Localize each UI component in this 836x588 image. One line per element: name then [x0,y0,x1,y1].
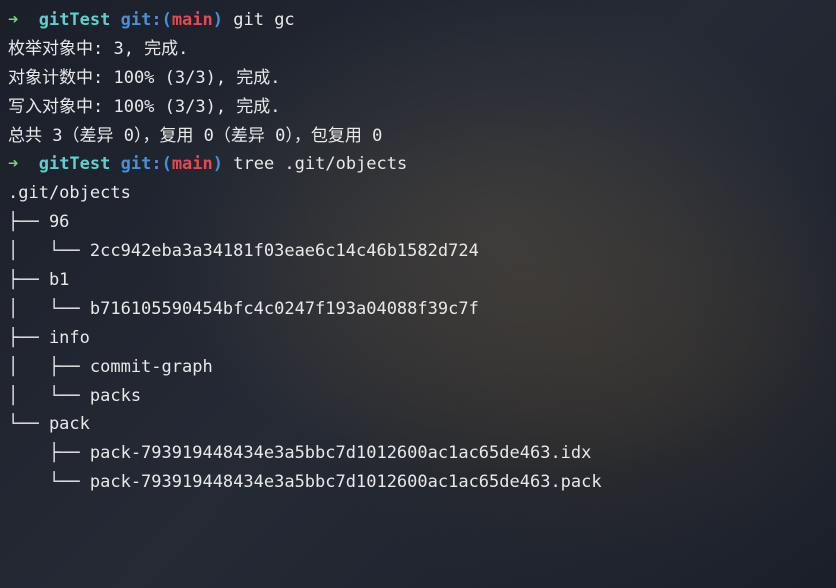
prompt-directory: gitTest [39,10,111,30]
output-line: 总共 3（差异 0），复用 0（差异 0），包复用 0 [8,122,828,151]
tree-line: ├── b1 [8,266,828,295]
tree-line: └── pack [8,410,828,439]
command-text: git gc [223,10,295,30]
prompt-line-1: ➜ gitTest git:(main) git gc [8,6,828,35]
output-line: 枚举对象中: 3, 完成. [8,35,828,64]
tree-line: │ ├── commit-graph [8,353,828,382]
tree-line: │ └── packs [8,382,828,411]
tree-line: ├── info [8,324,828,353]
prompt-directory: gitTest [39,154,111,174]
tree-line: │ └── 2cc942eba3a34181f03eae6c14c46b1582… [8,237,828,266]
tree-line: ├── pack-793919448434e3a5bbc7d1012600ac1… [8,439,828,468]
paren-close: ) [213,10,223,30]
git-branch: main [172,154,213,174]
tree-line: └── pack-793919448434e3a5bbc7d1012600ac1… [8,468,828,497]
prompt-arrow-icon: ➜ [8,10,39,30]
paren-open: ( [162,10,172,30]
output-line: 写入对象中: 100% (3/3), 完成. [8,93,828,122]
paren-open: ( [162,154,172,174]
paren-close: ) [213,154,223,174]
prompt-arrow-icon: ➜ [8,154,39,174]
terminal-window[interactable]: ➜ gitTest git:(main) git gc 枚举对象中: 3, 完成… [8,6,828,497]
prompt-line-2: ➜ gitTest git:(main) tree .git/objects [8,150,828,179]
git-branch: main [172,10,213,30]
output-line: 对象计数中: 100% (3/3), 完成. [8,64,828,93]
tree-line: │ └── b716105590454bfc4c0247f193a04088f3… [8,295,828,324]
git-label: git: [110,10,161,30]
git-label: git: [110,154,161,174]
tree-line: ├── 96 [8,208,828,237]
tree-root: .git/objects [8,179,828,208]
command-text: tree .git/objects [223,154,407,174]
